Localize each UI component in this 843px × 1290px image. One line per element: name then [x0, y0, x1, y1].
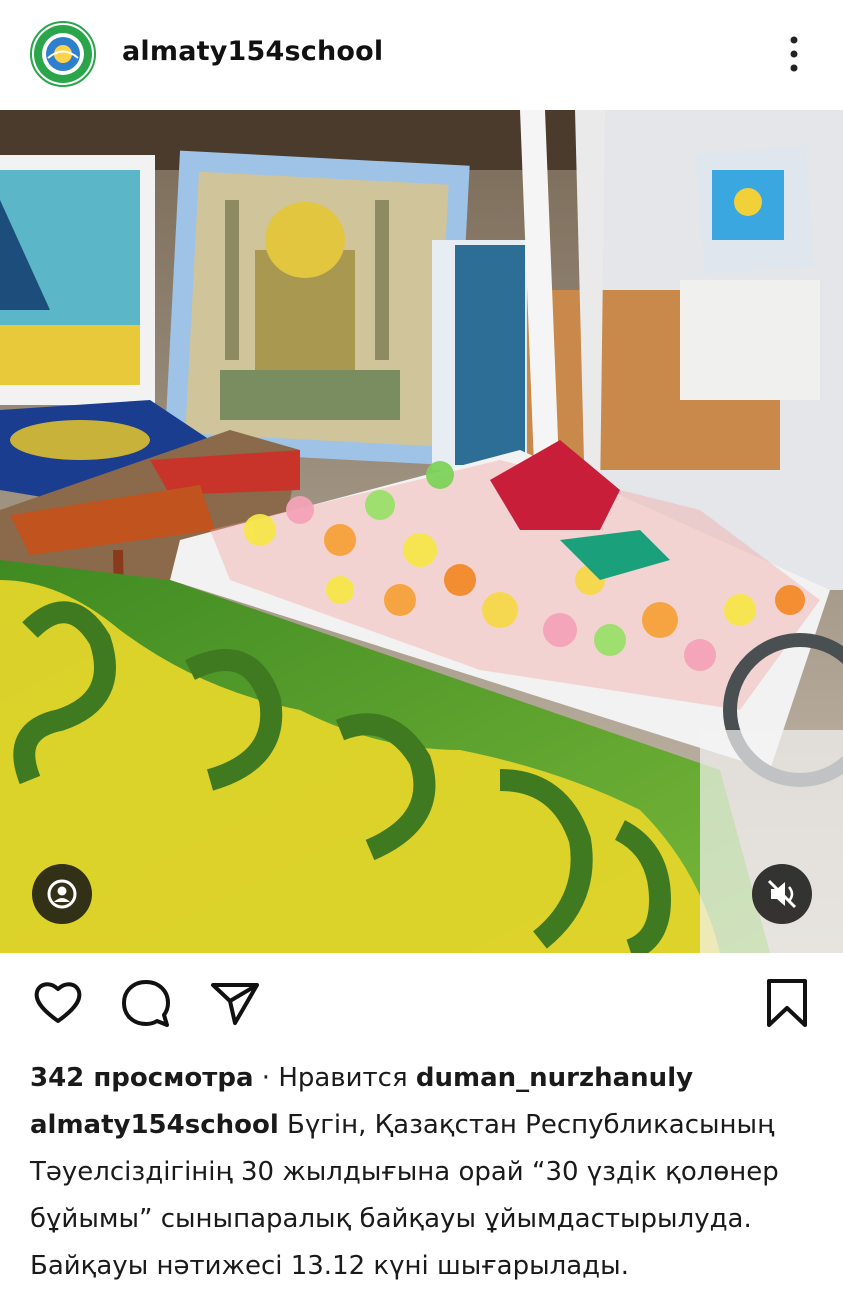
post-video[interactable]	[0, 110, 843, 953]
craft-exhibition-photo	[0, 110, 843, 953]
liked-by-user[interactable]: duman_nurzhanuly	[416, 1063, 693, 1093]
speaker-muted-icon	[767, 879, 797, 909]
post-header: almaty154school	[0, 0, 843, 110]
username[interactable]: almaty154school	[122, 36, 383, 67]
caption-author[interactable]: almaty154school	[30, 1110, 279, 1140]
bookmark-icon[interactable]	[760, 975, 814, 1031]
avatar[interactable]	[30, 21, 96, 87]
school-emblem-icon	[34, 25, 92, 83]
mute-button[interactable]	[752, 864, 812, 924]
liked-prefix: Нравится	[278, 1063, 416, 1093]
stats-line: 342 просмотра · Нравится duman_nurzhanul…	[30, 1055, 820, 1102]
send-icon[interactable]	[208, 975, 262, 1031]
comment-icon[interactable]	[119, 975, 173, 1031]
tag-button[interactable]	[32, 864, 92, 924]
post-text: 342 просмотра · Нравится duman_nurzhanul…	[30, 1055, 820, 1290]
views-count[interactable]: 342 просмотра	[30, 1063, 254, 1093]
user-tag-icon	[47, 879, 77, 909]
more-vertical-icon[interactable]	[782, 34, 806, 74]
heart-icon[interactable]	[31, 975, 85, 1031]
stats-separator: ·	[253, 1063, 279, 1093]
action-bar	[0, 975, 843, 1035]
caption: almaty154school Бүгін, Қазақстан Республ…	[30, 1102, 820, 1290]
